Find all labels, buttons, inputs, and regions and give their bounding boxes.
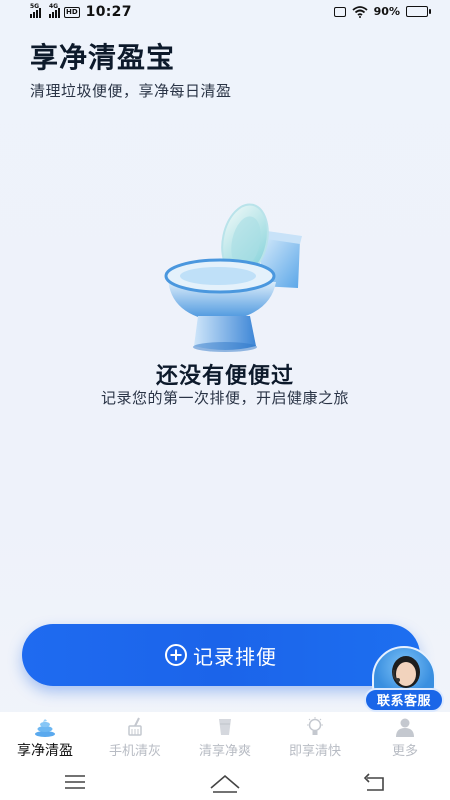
tab-qingxiang-jingshuang[interactable]: 清享净爽 xyxy=(180,712,270,764)
empty-state-subtitle: 记录您的第一次排便，开启健康之旅 xyxy=(100,389,349,407)
bulb-icon xyxy=(307,717,323,735)
tab-label: 更多 xyxy=(391,744,418,759)
page-title: 享净清盈宝 xyxy=(30,41,176,74)
record-button-label: 记录排便 xyxy=(193,644,277,669)
bottom-tab-bar: 享净清盈 手机清灰 清享净爽 即享清快 更多 xyxy=(0,712,450,764)
customer-service-button[interactable]: 联系客服 xyxy=(364,642,444,714)
signal-icon: 5G xyxy=(30,3,41,18)
vibrate-icon xyxy=(333,6,346,17)
battery-percent: 90% xyxy=(373,5,400,18)
record-bowel-button[interactable]: 记录排便 xyxy=(22,624,420,686)
user-icon xyxy=(396,718,414,737)
tab-label: 手机清灰 xyxy=(108,744,161,759)
app-screen: 5G 4G HD 10:27 90% 享净清盈宝 清理垃圾便便，享净每日清盈 还… xyxy=(0,0,450,800)
brush-icon xyxy=(128,717,142,736)
tab-label: 即享清快 xyxy=(288,744,341,759)
toilet-illustration xyxy=(164,203,302,352)
tab-xiangjing-qingying[interactable]: 享净清盈 xyxy=(0,712,90,764)
back-icon[interactable] xyxy=(355,768,395,796)
poop-icon xyxy=(35,719,55,737)
page-subtitle: 清理垃圾便便，享净每日清盈 xyxy=(30,82,232,100)
network-type-label: 5G xyxy=(30,3,40,10)
signal-icon: 4G xyxy=(49,3,60,18)
status-time: 10:27 xyxy=(85,4,132,20)
tab-label: 享净清盈 xyxy=(17,743,73,759)
plus-circle-icon xyxy=(165,644,187,666)
battery-icon xyxy=(406,6,431,17)
wifi-icon xyxy=(352,5,368,18)
status-bar: 5G 4G HD 10:27 90% xyxy=(0,0,450,26)
system-nav-bar xyxy=(0,764,450,800)
cup-icon xyxy=(219,719,231,735)
tab-more[interactable]: 更多 xyxy=(360,712,450,764)
tab-phone-clean[interactable]: 手机清灰 xyxy=(90,712,180,764)
customer-service-label: 联系客服 xyxy=(364,688,444,712)
tab-label: 清享净爽 xyxy=(198,744,251,759)
home-icon[interactable] xyxy=(205,768,245,796)
hd-badge: HD xyxy=(64,6,80,18)
empty-state-title: 还没有便便过 xyxy=(155,364,294,389)
tab-jixiang-qingkuai[interactable]: 即享清快 xyxy=(270,712,360,764)
menu-icon[interactable] xyxy=(55,768,95,796)
network-type-label: 4G xyxy=(49,3,59,10)
